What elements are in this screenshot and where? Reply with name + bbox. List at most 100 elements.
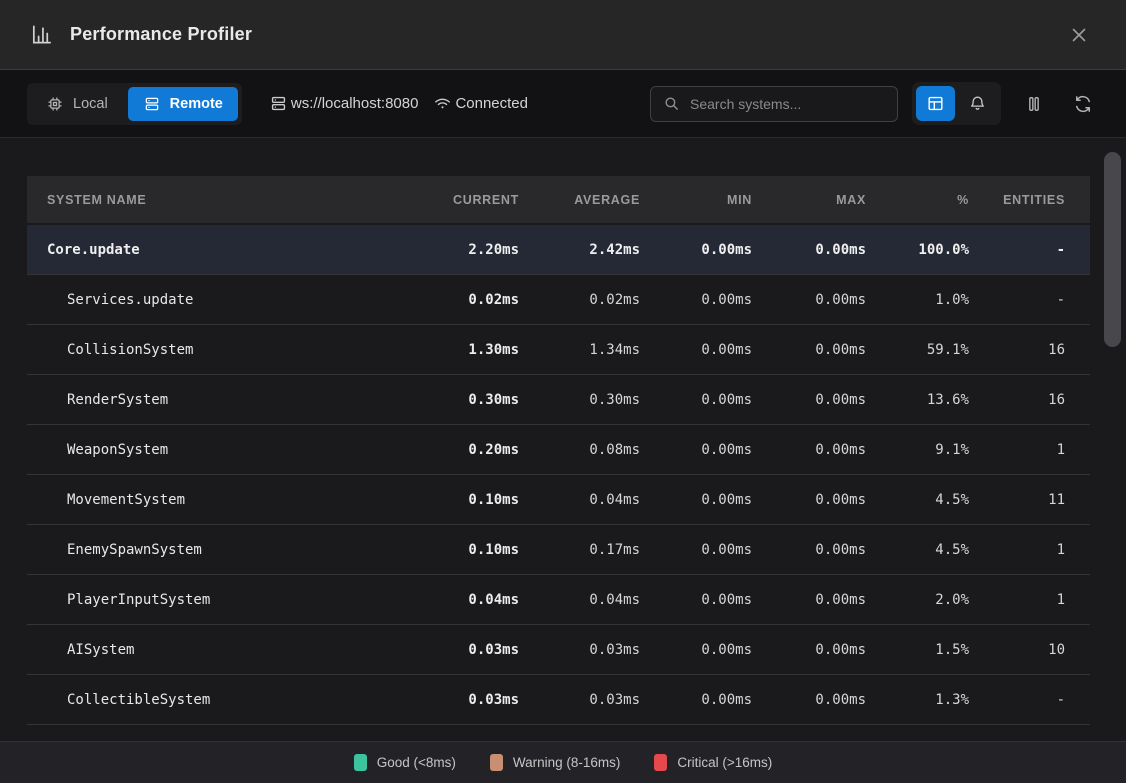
cell-ent: 16 — [969, 392, 1065, 408]
cell-pct: 1.3% — [866, 692, 969, 708]
cell-name: WeaponSystem — [47, 442, 404, 458]
table-row[interactable]: Core.update2.20ms2.42ms0.00ms0.00ms100.0… — [27, 225, 1090, 275]
toolbar: Local Remote ws://localhost:8080 — [0, 70, 1126, 138]
cell-ent: - — [969, 692, 1065, 708]
refresh-button[interactable] — [1067, 88, 1099, 120]
cell-name: PlayerInputSystem — [47, 592, 404, 608]
cell-pct: 1.5% — [866, 642, 969, 658]
cell-name: MovementSystem — [47, 492, 404, 508]
column-header[interactable]: AVERAGE — [519, 193, 640, 207]
cell-min: 0.00ms — [640, 292, 752, 308]
alerts-button[interactable] — [958, 86, 997, 121]
cell-min: 0.00ms — [640, 242, 752, 258]
close-icon — [1068, 24, 1090, 46]
legend-item: Critical (>16ms) — [654, 754, 772, 771]
cpu-icon — [46, 95, 64, 113]
table-header: SYSTEM NAMECURRENTAVERAGEMINMAX%ENTITIES — [27, 176, 1090, 223]
legend-label: Critical (>16ms) — [677, 755, 772, 770]
table-view-button[interactable] — [916, 86, 955, 121]
table-row[interactable]: CollectibleSystem0.03ms0.03ms0.00ms0.00m… — [27, 675, 1090, 725]
legend-label: Good (<8ms) — [377, 755, 456, 770]
cell-max: 0.00ms — [752, 292, 866, 308]
legend-item: Warning (8-16ms) — [490, 754, 621, 771]
wifi-icon — [433, 94, 452, 113]
cell-max: 0.00ms — [752, 242, 866, 258]
remote-mode-label: Remote — [170, 96, 223, 112]
cell-ent: 1 — [969, 442, 1065, 458]
cell-min: 0.00ms — [640, 542, 752, 558]
cell-min: 0.00ms — [640, 442, 752, 458]
cell-name: AISystem — [47, 642, 404, 658]
vertical-scrollbar[interactable] — [1104, 148, 1121, 734]
cell-max: 0.00ms — [752, 342, 866, 358]
table-row[interactable]: MovementSystem0.10ms0.04ms0.00ms0.00ms4.… — [27, 475, 1090, 525]
cell-name: CollisionSystem — [47, 342, 404, 358]
column-header[interactable]: SYSTEM NAME — [47, 193, 404, 207]
cell-min: 0.00ms — [640, 392, 752, 408]
cell-current: 0.04ms — [404, 592, 519, 608]
column-header[interactable]: % — [866, 193, 969, 207]
cell-min: 0.00ms — [640, 342, 752, 358]
connection-status: Connected — [455, 95, 528, 112]
mode-toggle-group: Local Remote — [27, 83, 242, 125]
legend-swatch — [490, 754, 503, 771]
cell-min: 0.00ms — [640, 592, 752, 608]
view-toggle-group — [912, 82, 1001, 125]
local-mode-button[interactable]: Local — [31, 87, 123, 121]
cell-max: 0.00ms — [752, 592, 866, 608]
cell-min: 0.00ms — [640, 492, 752, 508]
connection-url: ws://localhost:8080 — [291, 95, 419, 112]
column-header[interactable]: MIN — [640, 193, 752, 207]
cell-name: Core.update — [47, 242, 404, 258]
bar-chart-icon — [30, 23, 53, 46]
pause-icon — [1024, 94, 1044, 114]
server-icon — [143, 95, 161, 113]
search-input[interactable] — [690, 96, 885, 112]
column-header[interactable]: CURRENT — [404, 193, 519, 207]
table-row[interactable]: WeaponSystem0.20ms0.08ms0.00ms0.00ms9.1%… — [27, 425, 1090, 475]
cell-pct: 2.0% — [866, 592, 969, 608]
cell-current: 0.10ms — [404, 542, 519, 558]
remote-mode-button[interactable]: Remote — [128, 87, 238, 121]
cell-pct: 100.0% — [866, 242, 969, 258]
cell-current: 0.02ms — [404, 292, 519, 308]
cell-ent: 16 — [969, 342, 1065, 358]
column-header[interactable]: MAX — [752, 193, 866, 207]
table-row[interactable]: Services.update0.02ms0.02ms0.00ms0.00ms1… — [27, 275, 1090, 325]
cell-avg: 0.17ms — [519, 542, 640, 558]
cell-ent: 1 — [969, 542, 1065, 558]
cell-name: CollectibleSystem — [47, 692, 404, 708]
cell-ent: - — [969, 292, 1065, 308]
connection-info: ws://localhost:8080 Connected — [269, 94, 528, 113]
cell-max: 0.00ms — [752, 492, 866, 508]
titlebar: Performance Profiler — [0, 0, 1126, 70]
pause-button[interactable] — [1018, 88, 1050, 120]
scrollbar-thumb[interactable] — [1104, 152, 1121, 347]
cell-max: 0.00ms — [752, 642, 866, 658]
table-body: Core.update2.20ms2.42ms0.00ms0.00ms100.0… — [27, 225, 1090, 725]
cell-avg: 0.03ms — [519, 642, 640, 658]
table-row[interactable]: AISystem0.03ms0.03ms0.00ms0.00ms1.5%10 — [27, 625, 1090, 675]
close-button[interactable] — [1062, 18, 1096, 52]
search-box — [650, 86, 898, 122]
table-row[interactable]: PlayerInputSystem0.04ms0.04ms0.00ms0.00m… — [27, 575, 1090, 625]
table-row[interactable]: CollisionSystem1.30ms1.34ms0.00ms0.00ms5… — [27, 325, 1090, 375]
cell-current: 0.03ms — [404, 642, 519, 658]
table-row[interactable]: EnemySpawnSystem0.10ms0.17ms0.00ms0.00ms… — [27, 525, 1090, 575]
cell-min: 0.00ms — [640, 692, 752, 708]
legend-label: Warning (8-16ms) — [513, 755, 621, 770]
cell-avg: 0.08ms — [519, 442, 640, 458]
table-row[interactable]: RenderSystem0.30ms0.30ms0.00ms0.00ms13.6… — [27, 375, 1090, 425]
cell-current: 2.20ms — [404, 242, 519, 258]
cell-pct: 4.5% — [866, 492, 969, 508]
cell-current: 0.03ms — [404, 692, 519, 708]
cell-min: 0.00ms — [640, 642, 752, 658]
cell-avg: 0.30ms — [519, 392, 640, 408]
systems-table: SYSTEM NAMECURRENTAVERAGEMINMAX%ENTITIES… — [27, 176, 1090, 725]
cell-avg: 0.04ms — [519, 592, 640, 608]
column-header[interactable]: ENTITIES — [969, 193, 1065, 207]
legend-item: Good (<8ms) — [354, 754, 456, 771]
cell-pct: 4.5% — [866, 542, 969, 558]
search-icon — [663, 95, 680, 112]
cell-avg: 2.42ms — [519, 242, 640, 258]
